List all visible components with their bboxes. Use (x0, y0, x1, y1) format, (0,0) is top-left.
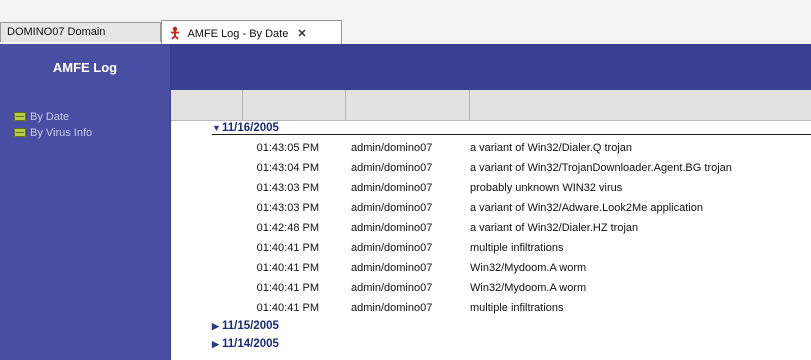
log-row[interactable]: 01:43:03 PM admin/domino07 a variant of Wi… (171, 200, 811, 220)
tab-label: AMFE Log - By Date (187, 28, 289, 40)
log-user: admin/domino07 (351, 242, 433, 254)
log-user: admin/domino07 (351, 182, 433, 194)
log-time: 01:43:04 PM (256, 162, 319, 174)
log-user: admin/domino07 (351, 222, 433, 234)
collapsed-triangle-icon[interactable]: ▶ (212, 339, 222, 350)
date-group-label: 11/14/2005 (222, 338, 279, 350)
log-info: a variant of Win32/Dialer.Q trojan (470, 142, 633, 154)
tab-bar: DOMINO07 Domain AMFE Log - By Date ✕ (0, 0, 811, 46)
log-view-icon (14, 112, 26, 121)
log-info: multiple infiltrations (470, 302, 564, 314)
log-user: admin/domino07 (351, 282, 433, 294)
sidebar-item-by-virus-info[interactable]: By Virus Info (14, 127, 93, 139)
log-time: 01:40:41 PM (256, 242, 319, 254)
log-row[interactable]: 01:40:41 PM admin/domino07 Win32/Mydoom.A … (171, 260, 811, 280)
log-info: a variant of Win32/TrojanDownloader.Agen… (470, 162, 732, 174)
column-separator[interactable] (469, 90, 470, 120)
log-info: probably unknown WIN32 virus (470, 182, 623, 194)
date-group-label: 11/15/2005 (222, 320, 279, 332)
tab-amfe-log-by-date[interactable]: AMFE Log - By Date ✕ (161, 20, 342, 44)
close-icon[interactable]: ✕ (297, 27, 306, 40)
column-separator[interactable] (242, 90, 243, 120)
log-time: 01:43:03 PM (256, 202, 319, 214)
sidebar: AMFE Log By Date By Virus Info (0, 44, 170, 360)
log-user: admin/domino07 (351, 262, 433, 274)
log-time: 01:40:41 PM (256, 302, 319, 314)
sidebar-item-label: By Date (30, 111, 70, 123)
log-row[interactable]: 01:43:04 PM admin/domino07 a variant of Wi… (171, 160, 811, 180)
log-row[interactable]: 01:40:41 PM admin/domino07 Win32/Mydoom.A … (171, 280, 811, 300)
log-view-icon (14, 128, 26, 137)
log-info: multiple infiltrations (470, 242, 564, 254)
log-info: a variant of Win32/Dialer.HZ trojan (470, 222, 639, 234)
amfe-log-icon (168, 26, 182, 40)
expanded-triangle-icon[interactable]: ▼ (212, 123, 222, 133)
collapsed-triangle-icon[interactable]: ▶ (212, 321, 222, 332)
date-group-header[interactable]: ▼11/16/2005 (212, 122, 811, 135)
log-row[interactable]: 01:40:41 PM admin/domino07 multiple infilt… (171, 300, 811, 320)
log-row[interactable]: 01:43:05 PM admin/domino07 a variant of Wi… (171, 140, 811, 160)
sidebar-title: AMFE Log (52, 60, 118, 75)
log-info: Win32/Mydoom.A worm (470, 282, 587, 294)
sidebar-item-label: By Virus Info (30, 127, 93, 139)
date-group-label: 11/16/2005 (222, 122, 279, 134)
log-time: 01:43:05 PM (256, 142, 319, 154)
log-row[interactable]: 01:42:48 PM admin/domino07 a variant of Wi… (171, 220, 811, 240)
log-time: 01:43:03 PM (256, 182, 319, 194)
column-separator[interactable] (345, 90, 346, 120)
log-user: admin/domino07 (351, 162, 433, 174)
log-row[interactable]: 01:40:41 PM admin/domino07 multiple infilt… (171, 240, 811, 260)
tab-label: DOMINO07 Domain (7, 26, 106, 38)
log-user: admin/domino07 (351, 302, 433, 314)
column-header (171, 90, 811, 121)
tab-domino07-domain[interactable]: DOMINO07 Domain (0, 22, 161, 42)
date-group-header[interactable]: ▶ 11/14/2005 (212, 338, 279, 350)
log-user: admin/domino07 (351, 202, 433, 214)
log-time: 01:40:41 PM (256, 282, 319, 294)
log-time: 01:40:41 PM (256, 262, 319, 274)
log-time: 01:42:48 PM (256, 222, 319, 234)
date-group-header[interactable]: ▶ 11/15/2005 (212, 320, 279, 332)
log-info: Win32/Mydoom.A worm (470, 262, 587, 274)
log-user: admin/domino07 (351, 142, 433, 154)
log-info: a variant of Win32/Adware.Look2Me applic… (470, 202, 703, 214)
sidebar-item-by-date[interactable]: By Date (14, 111, 70, 123)
log-row[interactable]: 01:43:03 PM admin/domino07 probably unknow… (171, 180, 811, 200)
